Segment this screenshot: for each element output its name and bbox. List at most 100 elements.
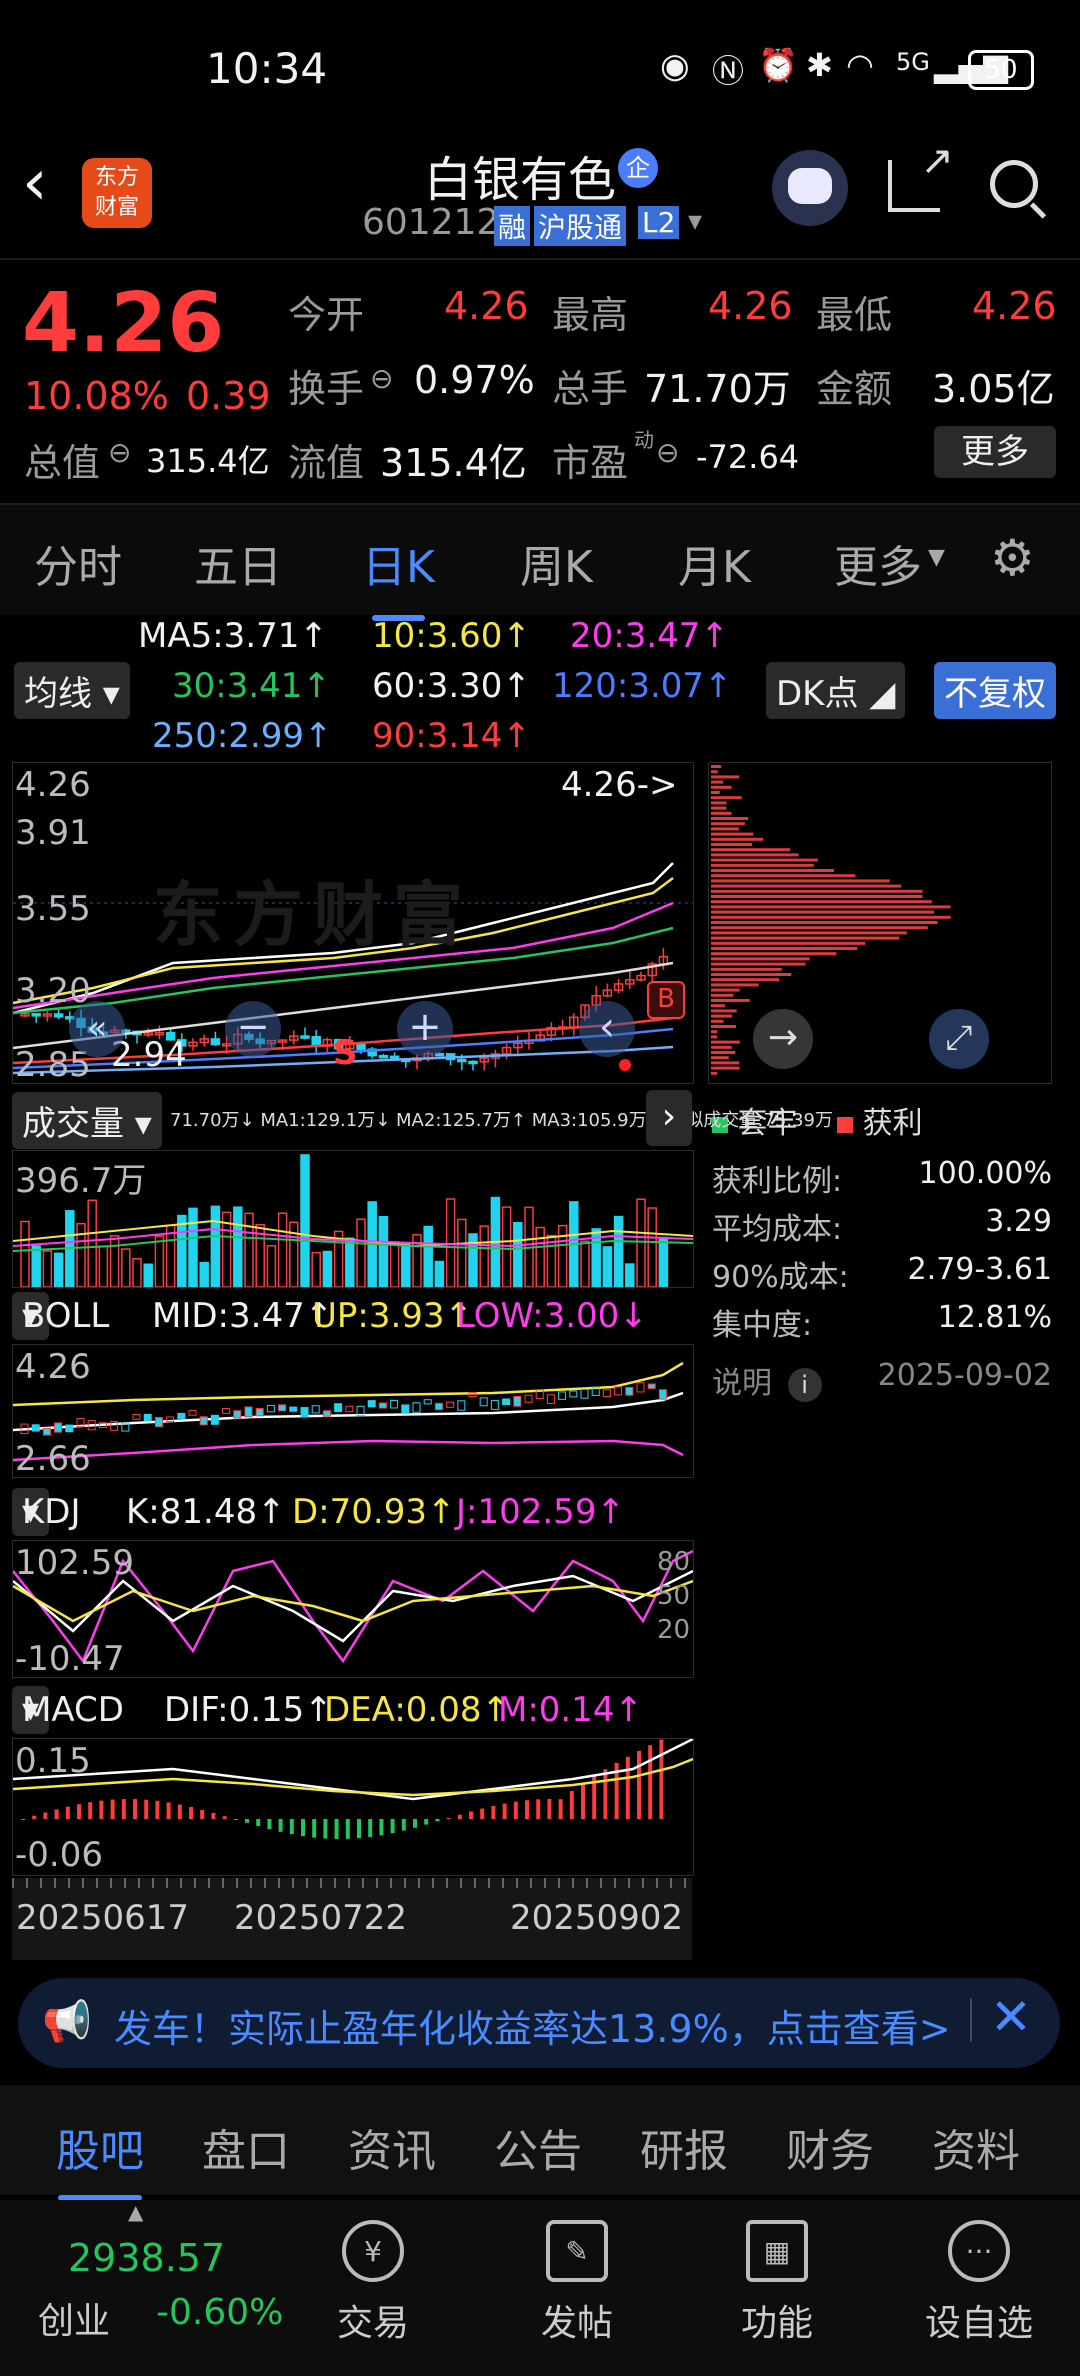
robot-assistant-icon[interactable]: [772, 150, 848, 226]
macd-histogram-bar: [581, 1783, 585, 1819]
nav-add-watchlist[interactable]: ··· 设自选: [904, 2220, 1054, 2346]
candle-body: [31, 1013, 41, 1017]
ma250-value: 250:2.99↑: [152, 716, 333, 756]
scroll-right-icon[interactable]: ‹: [579, 1001, 635, 1057]
boll-candle: [412, 1402, 421, 1413]
volume-bar: [636, 1198, 646, 1287]
tab-more[interactable]: 更多: [834, 531, 922, 595]
macd-histogram-bar: [233, 1819, 238, 1820]
tab-weekly-k[interactable]: 周K: [520, 531, 593, 595]
info-tabs: 股吧 盘口 资讯 公告 研报 财务 资料: [0, 2085, 1080, 2201]
volume-select[interactable]: 成交量 ▾: [12, 1092, 162, 1149]
tab-forum[interactable]: 股吧: [56, 2115, 144, 2201]
index-name[interactable]: 创业: [38, 2292, 110, 2344]
macd-histogram-bar: [267, 1819, 272, 1830]
tab-announcements[interactable]: 公告: [494, 2115, 582, 2179]
date-label: 20250902: [510, 1898, 684, 1938]
ma-select[interactable]: 均线 ▾: [14, 662, 130, 719]
zoom-in-icon[interactable]: +: [397, 1001, 453, 1057]
macd-histogram-bar: [424, 1819, 429, 1825]
margin-tag: 融: [494, 206, 531, 246]
chip-bar: [711, 853, 799, 857]
kdj-d-line: [13, 1579, 693, 1623]
battery-icon: 50: [968, 50, 1034, 90]
tab-intraday[interactable]: 分时: [34, 531, 122, 595]
tab-daily-k[interactable]: 日K: [362, 531, 435, 621]
boll-candle: [502, 1398, 511, 1406]
tab-five-day[interactable]: 五日: [194, 531, 282, 595]
boll-select[interactable]: BOLL ▾: [12, 1292, 109, 1340]
nav-post[interactable]: ✎ 发帖: [502, 2220, 652, 2346]
close-icon[interactable]: ✕: [990, 1988, 1032, 2046]
search-icon[interactable]: [990, 160, 1047, 219]
kline-chart[interactable]: 东方财富 4.26 3.91 3.55 3.20 2.85 4.26-> 2.9…: [12, 762, 694, 1085]
zoom-out-icon[interactable]: −: [225, 1001, 281, 1057]
tab-monthly-k[interactable]: 月K: [678, 531, 751, 595]
boll-candle: [367, 1400, 376, 1408]
macd-histogram-bar: [65, 1806, 70, 1819]
macd-histogram-bar: [289, 1819, 294, 1835]
macd-select[interactable]: MACD ▾: [12, 1686, 124, 1734]
chip-bar: [711, 921, 938, 924]
info-icon[interactable]: i: [787, 1368, 822, 1402]
nav-trade[interactable]: ¥ 交易: [298, 2220, 448, 2346]
scroll-left-icon[interactable]: «: [69, 1001, 125, 1057]
back-icon[interactable]: ‹: [22, 146, 48, 220]
volume-bar: [154, 1235, 165, 1287]
chip-bar: [711, 765, 722, 768]
share-icon[interactable]: ↗: [888, 138, 954, 212]
note-label[interactable]: 说明: [712, 1366, 772, 1401]
boll-candle: [199, 1416, 208, 1426]
chip-bar: [711, 1061, 740, 1065]
info-icon[interactable]: ⊖: [108, 436, 131, 469]
macd-histogram-bar: [569, 1790, 574, 1819]
chevron-down-icon[interactable]: ▾: [688, 204, 702, 237]
chip-bar: [711, 931, 907, 935]
kdj-legend: KDJ ▾ K:81.48↑ D:70.93↑ J:102.59↑: [0, 1488, 700, 1536]
kdj-select[interactable]: KDJ ▾: [12, 1488, 81, 1536]
more-button[interactable]: 更多: [934, 426, 1056, 478]
boll-mid: MID:3.47↑: [152, 1296, 334, 1336]
chip-bar: [711, 1056, 729, 1060]
banner-text[interactable]: 发车！实际止盈年化收益率达13.9%，点击查看>: [114, 1998, 951, 2053]
tab-profile[interactable]: 资料: [932, 2115, 1020, 2179]
gear-icon[interactable]: ⚙: [990, 529, 1035, 587]
info-icon[interactable]: ⊖: [656, 436, 679, 469]
chip-bar: [711, 796, 742, 800]
tab-orderbook[interactable]: 盘口: [202, 2115, 290, 2179]
expand-icon[interactable]: ⤢: [929, 1009, 989, 1069]
dk-point-button[interactable]: DK点 ◢: [766, 662, 906, 719]
adjust-button[interactable]: 不复权: [934, 662, 1056, 719]
tab-news[interactable]: 资讯: [348, 2115, 436, 2179]
nfc-icon: Ⓝ: [712, 52, 745, 90]
boll-candle: [614, 1386, 623, 1396]
chip-bar: [711, 1045, 732, 1049]
macd-legend: MACD ▾ DIF:0.15↑ DEA:0.08↑ M:0.14↑: [0, 1686, 700, 1734]
chip-forward-icon[interactable]: →: [753, 1009, 813, 1069]
float-value: 315.4亿: [380, 441, 527, 485]
boll-candle: [188, 1409, 197, 1416]
chevron-up-icon[interactable]: ▲: [128, 2200, 143, 2224]
macd-histogram-bar: [457, 1814, 462, 1819]
nav-functions[interactable]: ▦ 功能: [702, 2220, 852, 2346]
more-dots-icon: ···: [948, 2220, 1010, 2282]
boll-candle: [390, 1399, 399, 1409]
promo-banner[interactable]: 📢 发车！实际止盈年化收益率达13.9%，点击查看> ✕: [18, 1978, 1060, 2068]
chip-bar: [711, 785, 732, 789]
macd-dea: DEA:0.08↑: [324, 1690, 510, 1730]
macd-histogram-bar: [625, 1756, 630, 1819]
macd-histogram-bar: [155, 1800, 160, 1819]
macd-histogram-bar: [32, 1815, 37, 1819]
expand-indicators-icon[interactable]: ›: [646, 1090, 692, 1146]
low-marker: 2.94: [111, 1035, 187, 1075]
index-value: 2938.57: [68, 2236, 226, 2280]
info-icon[interactable]: ⊖: [370, 362, 393, 395]
tab-research[interactable]: 研报: [640, 2115, 728, 2179]
chip-bar: [711, 1009, 737, 1013]
tab-finance[interactable]: 财务: [786, 2115, 874, 2179]
boll-candle: [42, 1427, 51, 1436]
volume-bar: [580, 1240, 590, 1287]
ma90-value: 90:3.14↑: [372, 716, 531, 756]
chip-bar: [711, 1071, 717, 1075]
boll-candle: [132, 1413, 141, 1420]
